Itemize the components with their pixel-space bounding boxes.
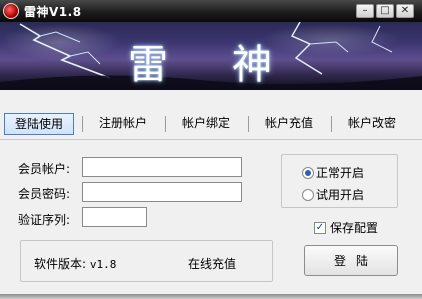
member-password-label: 会员密码:: [18, 187, 71, 201]
normal-start-radio[interactable]: [302, 167, 314, 179]
member-account-label: 会员帐户:: [18, 162, 71, 176]
version-box: 软件版本: v1.8 在线充值: [20, 240, 273, 282]
trial-start-radio[interactable]: [302, 189, 314, 201]
save-config-label: 保存配置: [330, 221, 379, 235]
tab-separator: [331, 116, 332, 132]
trial-start-label: 试用开启: [316, 188, 365, 202]
tab-separator: [82, 116, 83, 132]
save-config-checkbox[interactable]: ✓: [314, 222, 326, 234]
member-password-input[interactable]: [82, 182, 242, 202]
tab-bind-account[interactable]: 帐户绑定: [171, 113, 241, 135]
normal-start-label: 正常开启: [316, 166, 365, 180]
window-title: 雷神V1.8: [24, 5, 82, 19]
verify-code-input[interactable]: [82, 207, 147, 227]
maximize-button[interactable]: □: [376, 4, 394, 18]
tab-register[interactable]: 注册帐户: [88, 113, 158, 135]
banner-char-1: 雷: [128, 42, 168, 88]
title-bar[interactable]: 雷神V1.8 – □ ✕: [0, 0, 422, 22]
divider: [0, 139, 422, 140]
tab-separator: [165, 116, 166, 132]
member-account-input[interactable]: [82, 157, 242, 177]
close-button[interactable]: ✕: [396, 4, 414, 18]
version-info: 软件版本: v1.8: [34, 255, 116, 272]
tab-bar: 登陆使用 注册帐户 帐户绑定 帐户充值 帐户改密: [0, 113, 422, 135]
minimize-button[interactable]: –: [356, 4, 374, 18]
tab-recharge[interactable]: 帐户充值: [254, 113, 324, 135]
lightning-illustration: [0, 22, 422, 90]
tab-change-password[interactable]: 帐户改密: [337, 113, 407, 135]
login-button[interactable]: 登陆: [304, 245, 398, 276]
version-label: 软件版本:: [34, 257, 87, 271]
online-recharge-link[interactable]: 在线充值: [188, 255, 236, 272]
tab-separator: [248, 116, 249, 132]
window-bottom-edge: [0, 294, 422, 299]
verify-code-label: 验证序列:: [18, 213, 71, 227]
banner-char-2: 神: [232, 42, 272, 88]
tab-login[interactable]: 登陆使用: [4, 113, 74, 135]
version-value: v1.8: [89, 258, 117, 271]
start-mode-group: 正常开启 试用开启: [281, 154, 398, 208]
app-icon: [3, 3, 19, 19]
banner-image: 雷 神: [0, 22, 422, 90]
